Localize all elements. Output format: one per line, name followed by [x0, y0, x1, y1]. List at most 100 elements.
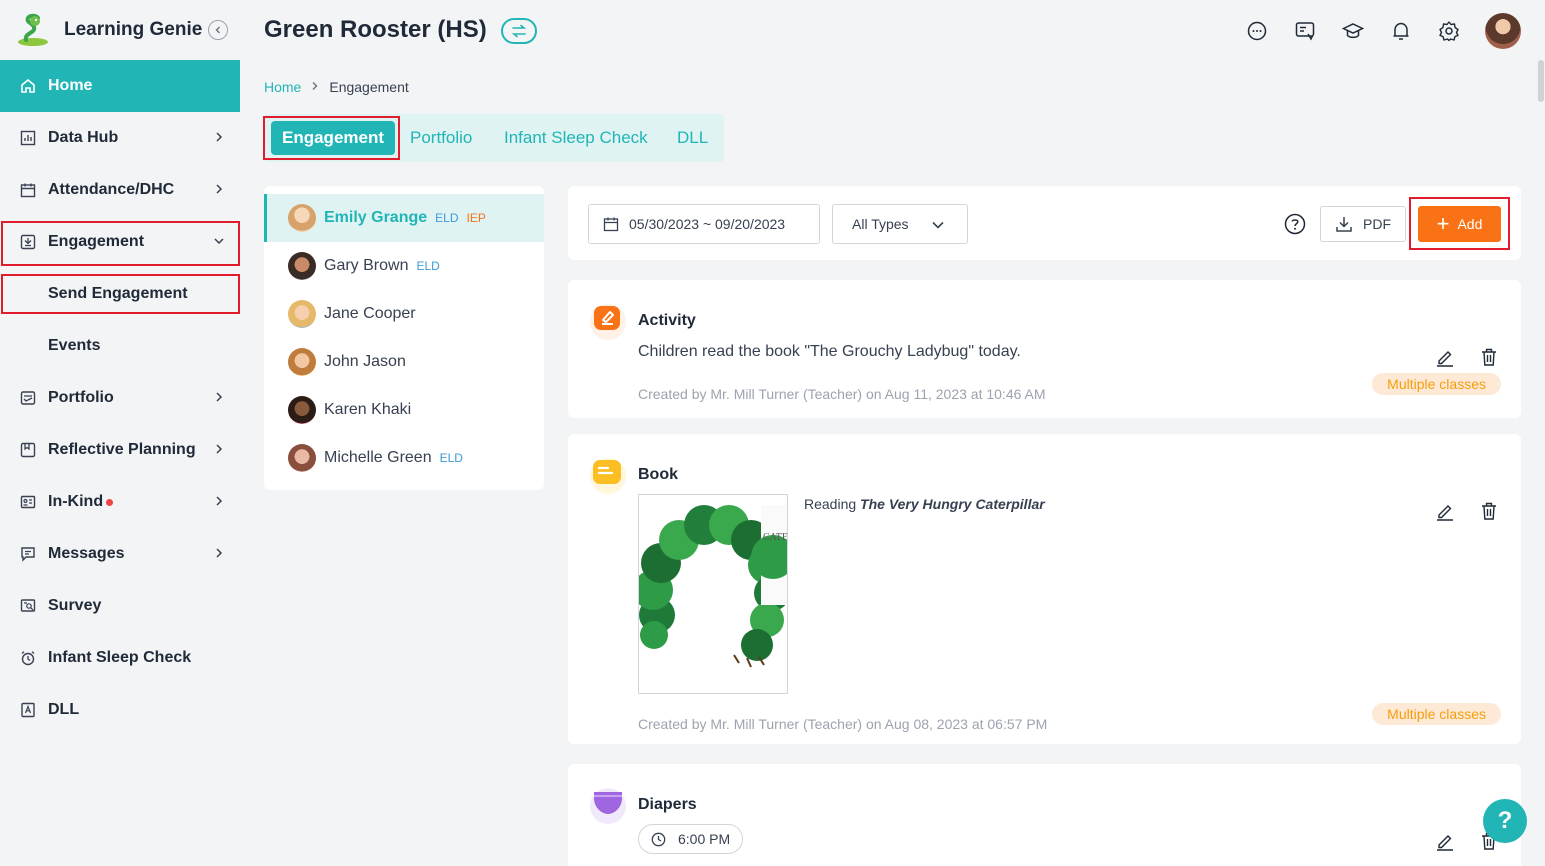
tab-infant-sleep-check[interactable]: Infant Sleep Check — [504, 114, 648, 162]
edit-icon[interactable] — [1434, 500, 1456, 522]
download-icon — [1336, 217, 1352, 232]
sidebar-item-home[interactable]: Home — [0, 60, 240, 112]
caterpillar-illustration: CATE — [639, 495, 787, 693]
app-name: Learning Genie — [64, 19, 203, 40]
scrollbar-thumb[interactable] — [1538, 60, 1544, 102]
help-chat-button[interactable]: ? — [1483, 799, 1527, 843]
sidebar-item-label: Send Engagement — [48, 285, 188, 302]
type-filter-select[interactable]: All Types — [832, 204, 968, 244]
student-item[interactable]: Gary Brown ELD — [264, 242, 544, 290]
entry-type: Activity — [638, 312, 696, 329]
chevron-right-icon — [216, 184, 223, 194]
sidebar-item-portfolio[interactable]: Portfolio — [0, 372, 240, 424]
sidebar-item-in-kind[interactable]: In-Kind — [0, 476, 240, 528]
student-item[interactable]: John Jason — [264, 338, 544, 386]
sidebar-item-reflective-planning[interactable]: Reflective Planning — [0, 424, 240, 476]
bell-icon[interactable] — [1389, 19, 1413, 43]
switch-icon — [511, 24, 527, 38]
student-item[interactable]: Emily Grange ELD IEP — [264, 194, 544, 242]
collapse-sidebar-icon[interactable] — [208, 20, 228, 40]
trash-icon[interactable] — [1478, 346, 1500, 368]
sidebar-item-label: In-Kind — [48, 493, 104, 510]
student-name: John Jason — [324, 353, 406, 370]
chevron-right-icon — [216, 392, 223, 402]
learning-genie-logo-icon — [18, 13, 48, 46]
notes-icon[interactable] — [1293, 19, 1317, 43]
dll-icon — [20, 702, 36, 718]
sidebar-item-data-hub[interactable]: Data Hub — [0, 112, 240, 164]
engagement-card-diapers: Diapers 6:00 PM — [568, 764, 1521, 866]
student-item[interactable]: Jane Cooper — [264, 290, 544, 338]
trash-icon[interactable] — [1478, 500, 1500, 522]
entry-meta: Created by Mr. Mill Turner (Teacher) on … — [638, 386, 1046, 402]
chat-icon[interactable] — [1245, 19, 1269, 43]
tab-engagement[interactable]: Engagement — [271, 121, 396, 155]
graduation-cap-icon[interactable] — [1341, 19, 1365, 43]
date-range-picker[interactable]: 05/30/2023 ~ 09/20/2023 — [588, 204, 820, 244]
sidebar-item-send-engagement[interactable]: Send Engagement — [0, 268, 240, 320]
sidebar-item-dll[interactable]: DLL — [0, 684, 240, 736]
sidebar-item-infant-sleep-check[interactable]: Infant Sleep Check — [0, 632, 240, 684]
student-avatar — [288, 348, 316, 376]
book-title: The Very Hungry Caterpillar — [860, 496, 1045, 512]
entry-meta: Created by Mr. Mill Turner (Teacher) on … — [638, 716, 1048, 732]
sidebar-item-label: Infant Sleep Check — [48, 649, 192, 666]
tab-dll[interactable]: DLL — [677, 114, 708, 162]
help-icon[interactable] — [1284, 213, 1306, 235]
pdf-download-button[interactable]: PDF — [1320, 206, 1406, 242]
sidebar-item-label: Events — [48, 337, 101, 354]
message-icon — [20, 546, 36, 562]
iep-tag: IEP — [466, 211, 486, 225]
sidebar-item-label: Attendance/DHC — [48, 181, 175, 198]
sidebar-item-messages[interactable]: Messages — [0, 528, 240, 580]
notification-dot — [106, 498, 114, 506]
sidebar-item-events[interactable]: Events — [0, 320, 240, 372]
clock-icon — [651, 832, 666, 846]
sidebar-item-engagement[interactable]: Engagement — [0, 216, 240, 268]
student-name: Emily Grange — [324, 209, 428, 226]
entry-time: 6:00 PM — [678, 831, 731, 847]
survey-icon — [20, 598, 36, 614]
chevron-right-icon — [216, 496, 223, 506]
gear-icon[interactable] — [1437, 19, 1461, 43]
scrollbar[interactable] — [1537, 60, 1545, 866]
book-reading-text: Reading The Very Hungry Caterpillar — [804, 496, 1045, 512]
edit-icon[interactable] — [1434, 346, 1456, 368]
add-button[interactable]: + Add — [1418, 206, 1501, 242]
sidebar-item-attendance[interactable]: Attendance/DHC — [0, 164, 240, 216]
switch-class-button[interactable] — [501, 18, 537, 44]
sidebar-item-label: DLL — [48, 701, 80, 718]
alarm-icon — [20, 650, 36, 666]
chevron-right-icon — [216, 548, 223, 558]
eld-tag: ELD — [439, 451, 463, 465]
chevron-right-icon — [216, 444, 223, 454]
entry-type: Book — [638, 466, 678, 483]
edit-icon[interactable] — [1434, 830, 1456, 852]
book-icon — [590, 458, 626, 494]
engagement-icon — [20, 234, 36, 250]
student-item[interactable]: Michelle Green ELD — [264, 434, 544, 482]
multiple-classes-badge: Multiple classes — [1372, 373, 1501, 395]
user-avatar[interactable] — [1485, 13, 1521, 49]
engagement-card-activity: Activity Children read the book "The Gro… — [568, 280, 1521, 418]
sidebar-item-label: Home — [48, 77, 93, 94]
activity-icon — [590, 304, 626, 340]
pdf-label: PDF — [1363, 216, 1391, 232]
student-item[interactable]: Karen Khaki — [264, 386, 544, 434]
chevron-right-icon — [216, 132, 223, 142]
portfolio-icon — [20, 390, 36, 406]
student-avatar — [288, 300, 316, 328]
calendar-icon — [603, 217, 619, 232]
reading-prefix: Reading — [804, 496, 857, 512]
sidebar-item-label: Reflective Planning — [48, 441, 196, 458]
book-cover-image[interactable]: CATE — [638, 494, 788, 694]
planning-icon — [20, 442, 36, 458]
student-name: Michelle Green — [324, 449, 432, 466]
time-pill: 6:00 PM — [638, 824, 743, 854]
sidebar-item-label: Engagement — [48, 233, 145, 250]
sidebar-item-survey[interactable]: Survey — [0, 580, 240, 632]
page-title: Green Rooster (HS) — [264, 16, 487, 43]
tab-portfolio[interactable]: Portfolio — [410, 114, 472, 162]
sidebar-item-label: Portfolio — [48, 389, 114, 406]
breadcrumb-home-link[interactable]: Home — [264, 79, 301, 95]
